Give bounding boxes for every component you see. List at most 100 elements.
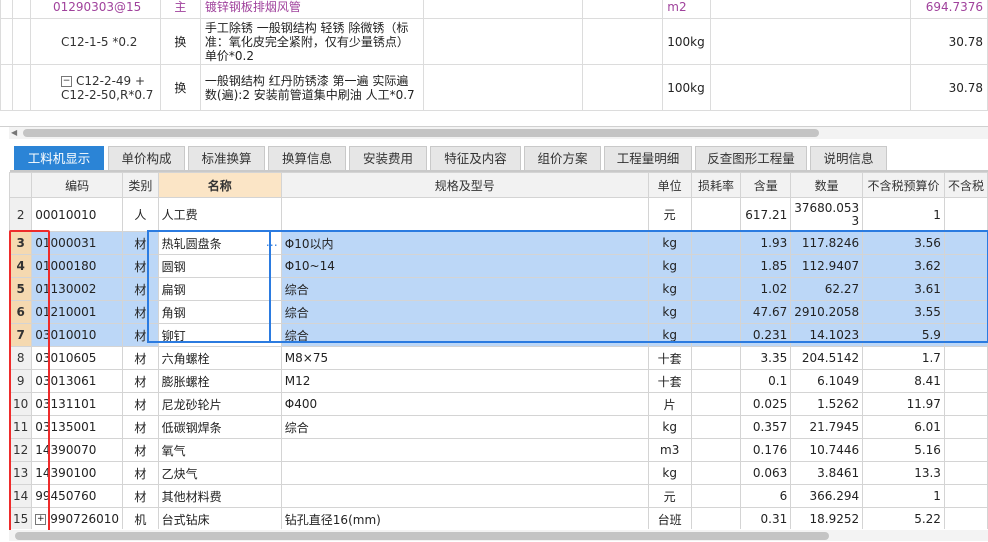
loss-cell[interactable]: [690, 507, 742, 529]
extra-cell[interactable]: [943, 300, 988, 324]
type-cell[interactable]: 材: [122, 369, 159, 393]
spec-cell[interactable]: Φ400: [280, 392, 649, 416]
table-row[interactable]: 14 99450760 材其他材料费 元 6 366.294 1: [8, 484, 988, 508]
amount-cell[interactable]: 14.1023: [790, 323, 864, 347]
extra-cell[interactable]: [943, 197, 988, 232]
amount-cell[interactable]: 112.9407: [790, 254, 864, 278]
qty-cell[interactable]: 0.357: [740, 415, 792, 439]
type-cell[interactable]: 材: [122, 346, 159, 370]
code-cell[interactable]: 01130002: [31, 277, 123, 301]
loss-cell[interactable]: [690, 461, 742, 485]
extra-cell[interactable]: [943, 323, 988, 347]
type-cell[interactable]: 材: [122, 415, 159, 439]
type-cell[interactable]: 材: [122, 277, 159, 301]
upper-row-code[interactable]: C12-1-5 *0.2: [29, 18, 161, 65]
upper-row-code[interactable]: − C12-2-49 + C12-2-50,R*0.7: [29, 64, 161, 111]
name-cell[interactable]: 低碳钢焊条: [157, 415, 282, 439]
lower-horizontal-scrollbar[interactable]: [9, 530, 988, 541]
qty-cell[interactable]: 0.176: [740, 438, 792, 462]
name-cell[interactable]: 人工费: [157, 197, 282, 232]
price-cell[interactable]: 1: [862, 197, 945, 232]
qty-cell[interactable]: 3.35: [740, 346, 792, 370]
amount-cell[interactable]: 1.5262: [790, 392, 864, 416]
upper-horizontal-scrollbar[interactable]: ◀: [9, 127, 988, 139]
amount-cell[interactable]: 37680.0533: [790, 197, 864, 232]
table-row[interactable]: 9 03013061 材膨胀螺栓 M12 十套 0.1 6.1049 8.41: [8, 369, 988, 393]
amount-cell[interactable]: 117.8246: [790, 231, 864, 255]
spec-cell[interactable]: 综合: [280, 277, 649, 301]
name-cell[interactable]: 台式钻床: [157, 507, 282, 529]
extra-cell[interactable]: [943, 461, 988, 485]
table-row[interactable]: 10 03131101 材尼龙砂轮片 Φ400 片 0.025 1.5262 11.97: [8, 392, 988, 416]
price-cell[interactable]: 3.55: [862, 300, 945, 324]
name-cell[interactable]: 乙炔气: [157, 461, 282, 485]
amount-cell[interactable]: 21.7945: [790, 415, 864, 439]
code-cell[interactable]: 03135001: [31, 415, 123, 439]
tab-quantity-details[interactable]: 工程量明细: [604, 146, 692, 170]
amount-cell[interactable]: 18.9252: [790, 507, 864, 529]
upper-row-desc[interactable]: 镀锌钢板排烟风管: [199, 0, 424, 19]
loss-cell[interactable]: [690, 231, 742, 255]
unit-cell[interactable]: m3: [647, 438, 692, 462]
spec-cell[interactable]: 综合: [280, 415, 649, 439]
price-cell[interactable]: 13.3: [862, 461, 945, 485]
spec-cell[interactable]: 综合: [280, 323, 649, 347]
upper-row-code[interactable]: 01290303@15: [29, 0, 161, 19]
code-cell[interactable]: 03010605: [31, 346, 123, 370]
price-cell[interactable]: 1: [862, 484, 945, 508]
col-header-code[interactable]: 编码: [31, 172, 123, 198]
type-cell[interactable]: 材: [122, 392, 159, 416]
extra-cell[interactable]: [943, 346, 988, 370]
spec-cell[interactable]: [280, 197, 649, 232]
table-row[interactable]: 12 14390070 材氧气 m3 0.176 10.7446 5.16: [8, 438, 988, 462]
table-row[interactable]: 11 03135001 材低碳钢焊条 综合 kg 0.357 21.7945 6.01: [8, 415, 988, 439]
price-cell[interactable]: 3.61: [862, 277, 945, 301]
qty-cell[interactable]: 617.21: [740, 197, 792, 232]
spec-cell[interactable]: [280, 438, 649, 462]
unit-cell[interactable]: kg: [647, 300, 692, 324]
unit-cell[interactable]: kg: [647, 277, 692, 301]
table-row[interactable]: 2 00010010 人人工费 元 617.21 37680.0533 1: [8, 197, 988, 232]
tab-features[interactable]: 特征及内容: [430, 146, 521, 170]
extra-cell[interactable]: [943, 438, 988, 462]
loss-cell[interactable]: [690, 277, 742, 301]
extra-cell[interactable]: [943, 415, 988, 439]
qty-cell[interactable]: 1.85: [740, 254, 792, 278]
qty-cell[interactable]: 1.93: [740, 231, 792, 255]
loss-cell[interactable]: [690, 300, 742, 324]
col-header-amount[interactable]: 数量: [790, 172, 864, 198]
table-row[interactable]: 8 03010605 材六角螺栓 M8×75 十套 3.35 204.5142 1.7: [8, 346, 988, 370]
price-cell[interactable]: 6.01: [862, 415, 945, 439]
tab-unit-price-composition[interactable]: 单价构成: [108, 146, 185, 170]
tab-pricing-plan[interactable]: 组价方案: [524, 146, 601, 170]
code-cell[interactable]: 01210001: [31, 300, 123, 324]
name-cell[interactable]: 圆钢: [157, 254, 282, 278]
table-row[interactable]: 7 03010010 材铆钉 综合 kg 0.231 14.1023 5.9: [8, 323, 988, 347]
type-cell[interactable]: 材: [122, 300, 159, 324]
type-cell[interactable]: 材: [122, 231, 159, 255]
spec-cell[interactable]: Φ10以内: [280, 231, 649, 255]
spec-cell[interactable]: 综合: [280, 300, 649, 324]
unit-cell[interactable]: 十套: [647, 369, 692, 393]
qty-cell[interactable]: 0.063: [740, 461, 792, 485]
name-cell[interactable]: 膨胀螺栓: [157, 369, 282, 393]
code-cell[interactable]: 01000031: [31, 231, 123, 255]
amount-cell[interactable]: 366.294: [790, 484, 864, 508]
spec-cell[interactable]: M8×75: [280, 346, 649, 370]
table-row[interactable]: 3 01000031 材热轧圆盘条 … Φ10以内 kg 1.93 117.8246 3.56: [8, 231, 988, 255]
name-cell[interactable]: 六角螺栓: [157, 346, 282, 370]
type-cell[interactable]: 材: [122, 254, 159, 278]
upper-row-desc[interactable]: 一般钢结构 红丹防锈漆 第一遍 实际遍数(遍):2 安装前管道集中刷油 人工*0…: [199, 64, 424, 111]
code-cell[interactable]: 14390070: [31, 438, 123, 462]
extra-cell[interactable]: [943, 484, 988, 508]
table-row[interactable]: 13 14390100 材乙炔气 kg 0.063 3.8461 13.3: [8, 461, 988, 485]
amount-cell[interactable]: 2910.2058: [790, 300, 864, 324]
extra-cell[interactable]: [943, 507, 988, 529]
code-cell[interactable]: +990726010: [31, 507, 123, 529]
unit-cell[interactable]: 片: [647, 392, 692, 416]
tab-reverse-lookup[interactable]: 反查图形工程量: [695, 146, 807, 170]
qty-cell[interactable]: 0.31: [740, 507, 792, 529]
scroll-left-icon[interactable]: ◀: [11, 127, 17, 139]
amount-cell[interactable]: 204.5142: [790, 346, 864, 370]
qty-cell[interactable]: 6: [740, 484, 792, 508]
